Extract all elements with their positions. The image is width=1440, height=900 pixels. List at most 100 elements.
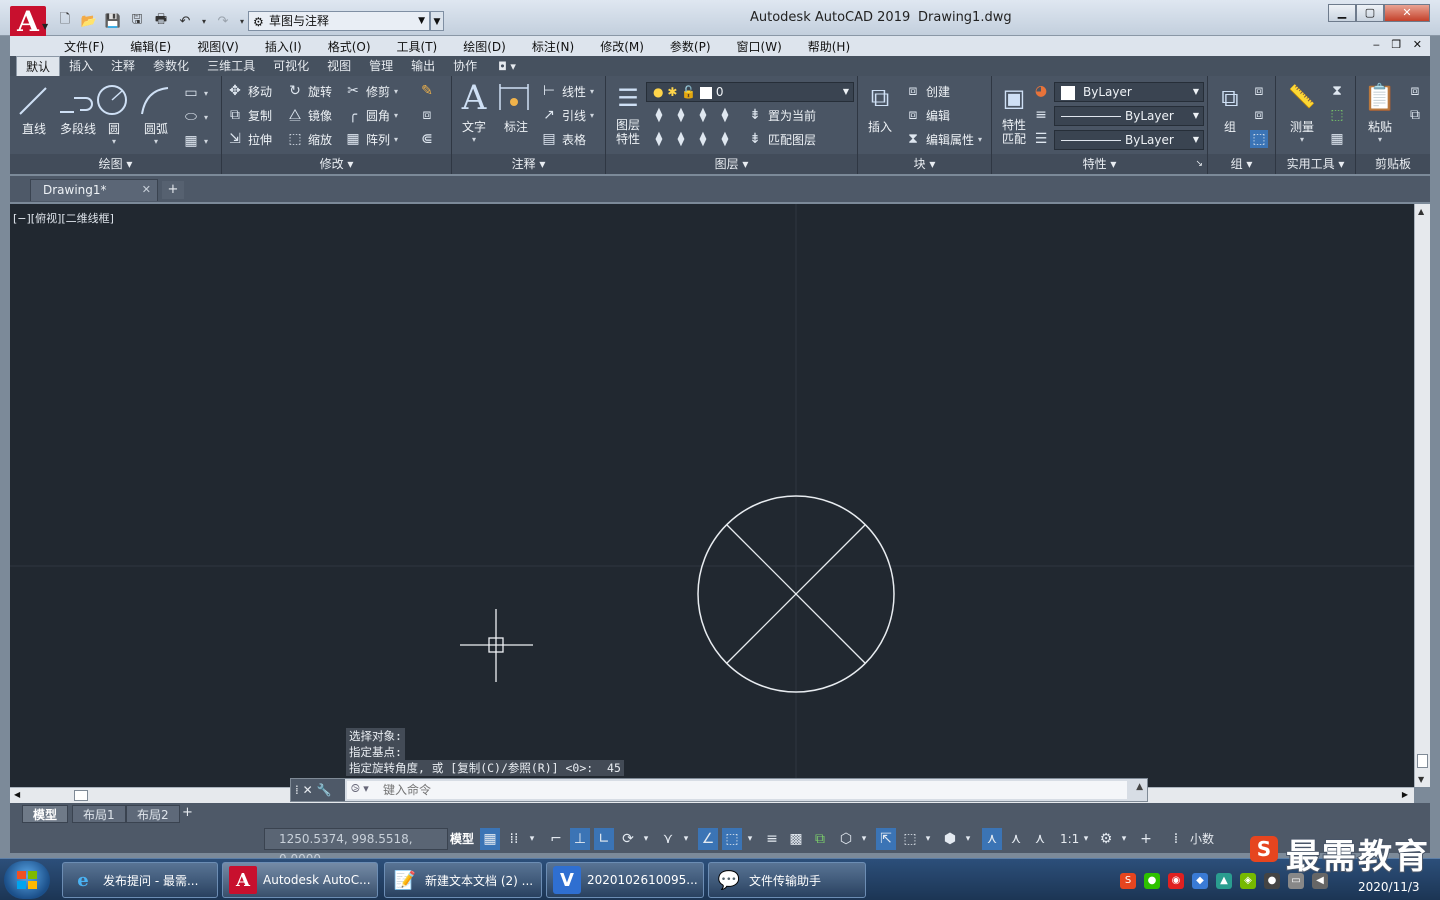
circle-button[interactable]: 圆 ▾ [92, 82, 136, 146]
array-button[interactable]: ▦ 阵列 ▾ [344, 130, 398, 148]
command-line-grip[interactable]: ⁞ ✕ 🔧 [291, 779, 345, 801]
undo-dropdown-icon[interactable]: ▾ [200, 12, 208, 30]
tab-insert[interactable]: 插入 [60, 56, 102, 76]
redo-dropdown-icon[interactable]: ▾ [238, 12, 246, 30]
drawing-canvas[interactable]: [−][俯视][二维线框] [10, 204, 1414, 787]
layer-tools-row2[interactable]: ⧫ ⧫ ⧫ ⧫ [650, 130, 734, 148]
object-snap-icon[interactable]: ⬚ [722, 828, 742, 850]
trim-button[interactable]: ✂ 修剪 ▾ [344, 82, 398, 100]
menu-parametric[interactable]: 参数(P) [670, 38, 711, 55]
customize-qat-button[interactable]: ▼ [430, 11, 444, 31]
rotate-button[interactable]: ↻ 旋转 [286, 82, 332, 100]
stretch-button[interactable]: ⇲ 拉伸 [226, 130, 272, 148]
undo-icon[interactable]: ↶ [176, 12, 194, 30]
create-block-button[interactable]: ⧈ 创建 [904, 82, 950, 100]
start-button[interactable] [4, 861, 50, 899]
table-button[interactable]: ▤ 表格 [540, 130, 586, 148]
open-file-icon[interactable]: 📂 [80, 12, 98, 30]
gizmo-icon[interactable]: ⬢ [940, 828, 960, 850]
osnap-dropdown-icon[interactable]: ▾ [744, 828, 756, 850]
panel-groups-title[interactable]: 组 ▾ [1208, 154, 1275, 174]
gizmo-dropdown-icon[interactable]: ▾ [962, 828, 974, 850]
tab-output[interactable]: 输出 [402, 56, 444, 76]
tab-model[interactable]: 模型 [22, 805, 69, 823]
match-properties-button[interactable]: ▣ 特性 匹配 [992, 80, 1036, 146]
select-all-icon[interactable]: ⬚ [1328, 106, 1346, 124]
command-input[interactable] [347, 781, 1127, 799]
tab-drawing1[interactable]: Drawing1* ✕ [30, 179, 158, 201]
group-select-icon[interactable]: ⬚ [1250, 130, 1268, 148]
copy-button[interactable]: ⧉ 复制 [226, 106, 272, 124]
menu-window[interactable]: 窗口(W) [737, 38, 782, 55]
tab-parametric[interactable]: 参数化 [144, 56, 198, 76]
vertical-scrollbar[interactable]: ▲ ▼ [1414, 204, 1430, 787]
menu-format[interactable]: 格式(O) [328, 38, 371, 55]
hatch-button[interactable]: ⬭ ▾ [182, 108, 208, 126]
taskbar-item-video[interactable]: V 2020102610095... [546, 862, 704, 898]
selection-filter-icon[interactable]: ⬚ [900, 828, 920, 850]
panel-utilities-title[interactable]: 实用工具 ▾ [1276, 154, 1355, 174]
filter-dropdown-icon[interactable]: ▾ [922, 828, 934, 850]
menu-dimension[interactable]: 标注(N) [532, 38, 574, 55]
new-file-icon[interactable]: 🗋 [56, 12, 74, 30]
taskbar-item-wechat[interactable]: 💬 文件传输助手 [708, 862, 866, 898]
group-edit-icon[interactable]: ⧈ [1250, 106, 1268, 124]
leader-button[interactable]: ↗ 引线 ▾ [540, 106, 594, 124]
tab-annotate[interactable]: 注释 [102, 56, 144, 76]
ribbon-minimize-toggle-icon[interactable]: ◘ ▾ [498, 60, 516, 73]
offset-button[interactable]: ⋐ [418, 130, 436, 148]
scroll-down-icon[interactable]: ▼ [1418, 775, 1424, 784]
close-button[interactable]: ✕ [1384, 4, 1430, 22]
mirror-button[interactable]: ⧋ 镜像 [286, 106, 332, 124]
3d-osnap-icon[interactable]: ⬡ [836, 828, 856, 850]
fillet-button[interactable]: ╭ 圆角 ▾ [344, 106, 398, 124]
weibo-icon[interactable]: ◉ [1168, 873, 1184, 889]
scale-dropdown-icon[interactable]: ▾ [1080, 828, 1092, 850]
infer-constraints-icon[interactable]: ⌐ [546, 828, 566, 850]
tab-3d-tools[interactable]: 三维工具 [198, 56, 264, 76]
ime-icon[interactable]: S [1120, 873, 1136, 889]
tab-visualize[interactable]: 可视化 [264, 56, 318, 76]
taskbar-item-autocad[interactable]: A Autodesk AutoC... [222, 862, 378, 898]
maximize-button[interactable]: ▢ [1356, 4, 1384, 22]
dimension-button[interactable]: 标注 [494, 80, 538, 135]
taskbar-item-notepad[interactable]: 📝 新建文本文档 (2) ... [384, 862, 542, 898]
menu-insert[interactable]: 插入(I) [265, 38, 302, 55]
linear-dim-button[interactable]: ⊢ 线性 ▾ [540, 82, 594, 100]
redo-icon[interactable]: ↷ [214, 12, 232, 30]
annotation-scale-icon[interactable]: ⋏ [1030, 828, 1050, 850]
panel-clipboard-title[interactable]: 剪贴板 [1356, 154, 1430, 174]
taskbar-item-browser[interactable]: e 发布提问 - 最需... [62, 862, 218, 898]
panel-draw-title[interactable]: 绘图 ▾ [10, 154, 221, 174]
viewport-controls[interactable]: [−][俯视][二维线框] [13, 210, 114, 226]
selection-cycling-icon[interactable]: ⧉ [810, 828, 830, 850]
menu-modify[interactable]: 修改(M) [600, 38, 644, 55]
security-icon[interactable]: ◆ [1192, 873, 1208, 889]
auto-scale-icon[interactable]: ⋏ [1006, 828, 1026, 850]
tab-collaborate[interactable]: 协作 [444, 56, 486, 76]
transparency-icon[interactable]: ▩ [786, 828, 806, 850]
command-prompt-icon[interactable]: ⧁ ▾ [351, 782, 369, 796]
object-snap-tracking-icon[interactable]: ∠ [698, 828, 718, 850]
line-button[interactable]: 直线 [12, 82, 56, 137]
tab-manage[interactable]: 管理 [360, 56, 402, 76]
boundary-button[interactable]: ▦ ▾ [182, 132, 208, 150]
new-layout-button[interactable]: + [182, 805, 193, 820]
quick-select-icon[interactable]: ⧗ [1328, 82, 1346, 100]
make-current-button[interactable]: ⇟ 置为当前 [746, 106, 816, 124]
annotation-monitor-icon[interactable]: + [1136, 828, 1156, 850]
calculator-icon[interactable]: ▦ [1328, 130, 1346, 148]
snap-dropdown-icon[interactable]: ▾ [526, 828, 538, 850]
ungroup-icon[interactable]: ⧈ [1250, 82, 1268, 100]
app-menu-chevron-icon[interactable]: ▼ [42, 22, 48, 31]
workspace-dropdown-icon[interactable]: ▾ [1118, 828, 1130, 850]
minimize-button[interactable]: ▁ [1328, 4, 1356, 22]
tab-view[interactable]: 视图 [318, 56, 360, 76]
workspace-gear-icon[interactable]: ⚙ [1096, 828, 1116, 850]
paste-button[interactable]: 📋 粘贴 ▾ [1358, 80, 1402, 144]
erase-button[interactable]: ✎ [418, 82, 436, 100]
panel-properties-title[interactable]: 特性 ▾ ↘ [992, 154, 1207, 174]
tab-layout1[interactable]: 布局1 [72, 805, 126, 823]
print-icon[interactable]: 🖶 [152, 12, 170, 30]
color-dropdown[interactable]: ByLayer ▼ [1054, 82, 1204, 102]
